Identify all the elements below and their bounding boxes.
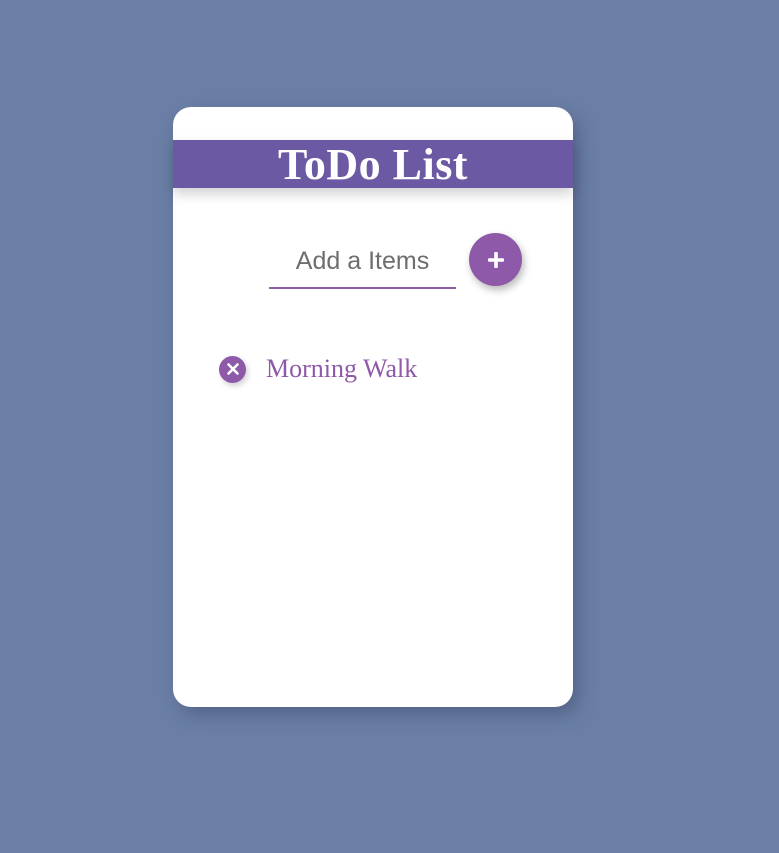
- list-item: Morning Walk: [219, 353, 539, 385]
- add-item-input[interactable]: [269, 235, 456, 287]
- plus-icon: [487, 251, 504, 268]
- item-text: Morning Walk: [266, 354, 418, 383]
- todo-list: Morning Walk: [219, 353, 539, 385]
- close-icon: [226, 363, 239, 375]
- todo-card: ToDo List Morning Walk: [173, 107, 573, 707]
- add-item-button[interactable]: [469, 233, 522, 286]
- page-title: ToDo List: [278, 140, 468, 189]
- delete-item-button[interactable]: [219, 355, 246, 383]
- add-item-field: [269, 235, 456, 289]
- header-bar: ToDo List: [173, 140, 573, 189]
